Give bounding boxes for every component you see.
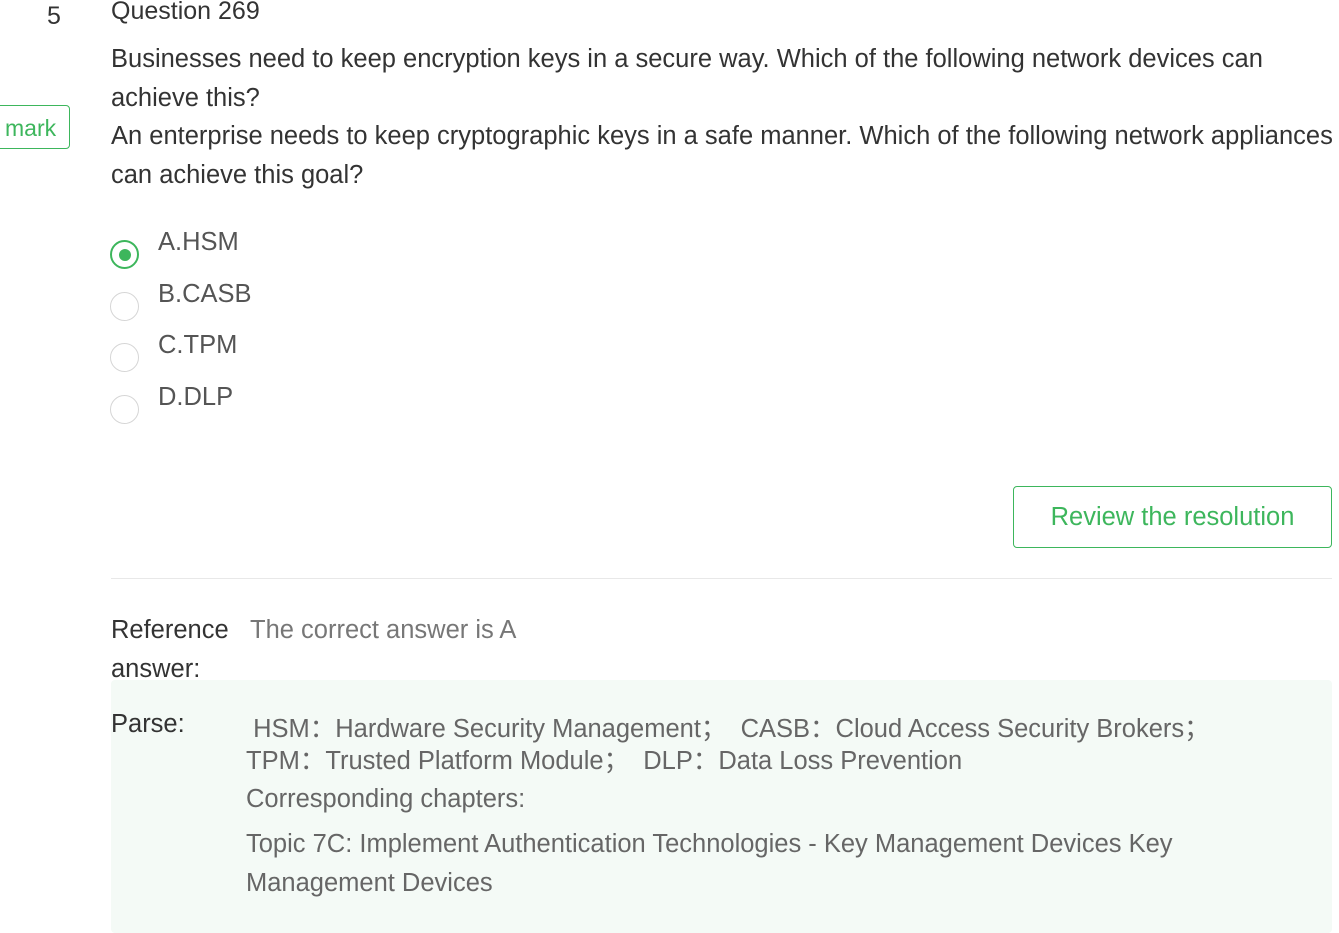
radio-c[interactable] <box>110 343 139 373</box>
option-c-label: C.TPM <box>158 331 238 359</box>
option-b[interactable]: B.CASB <box>110 278 252 330</box>
question-text-line1: Businesses need to keep encryption keys … <box>111 45 1263 112</box>
parse-line: HSM：Hardware Security Management； CASB：C… <box>246 715 1210 743</box>
mark-button[interactable]: mark <box>0 105 70 149</box>
question-text-line2: An enterprise needs to keep cryptographi… <box>111 122 1333 189</box>
parse-panel: Parse: HSM：Hardware Security Management；… <box>111 680 1332 933</box>
question-text: Businesses need to keep encryption keys … <box>111 40 1336 194</box>
parse-line: TPM：Trusted Platform Module； DLP：Data Lo… <box>246 747 963 775</box>
radio-d[interactable] <box>110 394 139 424</box>
option-b-label: B.CASB <box>158 279 252 308</box>
option-d[interactable]: D.DLP <box>110 381 233 433</box>
radio-a[interactable] <box>110 240 139 270</box>
review-resolution-button[interactable]: Review the resolution <box>1013 486 1332 548</box>
parse-body: HSM：Hardware Security Management； CASB：C… <box>246 710 1306 903</box>
option-a-label: A.HSM <box>158 228 239 256</box>
divider <box>111 578 1332 579</box>
answer-options: A.HSM B.CASB C.TPM D.DLP <box>110 226 252 433</box>
option-c[interactable]: C.TPM <box>110 329 237 381</box>
option-a[interactable]: A.HSM <box>110 226 239 278</box>
radio-b[interactable] <box>110 291 139 321</box>
parse-line: Topic 7C: Implement Authentication Techn… <box>246 830 1173 858</box>
question-index: 5 <box>47 2 61 30</box>
reference-answer-label: Reference answer: <box>111 616 229 683</box>
parse-line: Corresponding chapters: <box>246 785 526 813</box>
question-title: Question 269 <box>111 0 260 25</box>
parse-line: Management Devices <box>246 869 493 897</box>
parse-label: Parse: <box>111 710 185 738</box>
reference-answer-value: The correct answer is A <box>250 616 517 644</box>
option-d-label: D.DLP <box>158 382 234 411</box>
